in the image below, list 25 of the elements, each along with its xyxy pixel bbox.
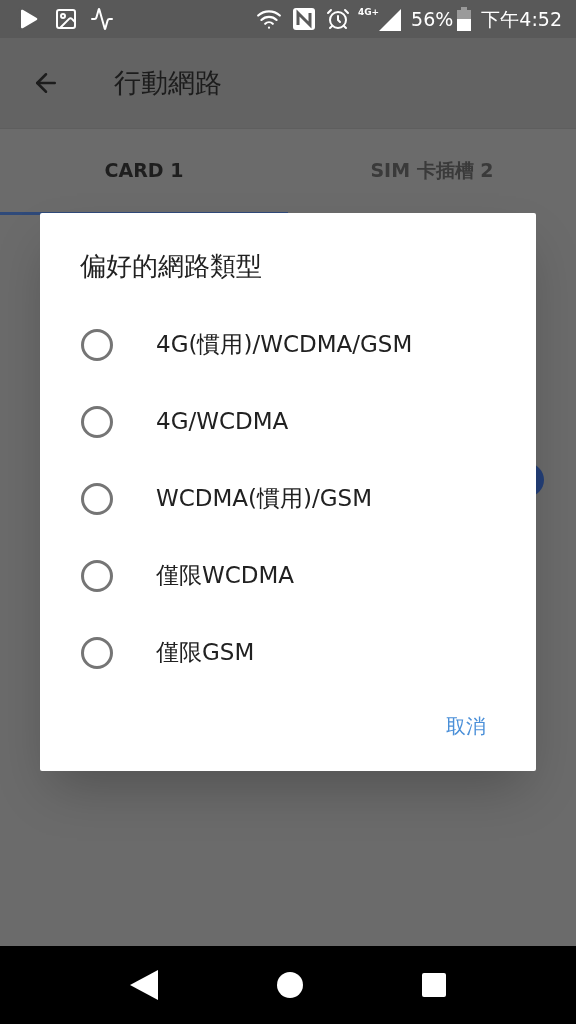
app-bar-title: 行動網路 [114,65,222,100]
option-label[interactable]: 僅限GSM [156,635,255,670]
cancel-button[interactable]: 取消 [436,705,496,747]
radio-button[interactable] [81,328,113,361]
network-label: 4G+ [357,6,380,19]
nfc-icon [291,7,316,31]
signal-icon [379,7,402,31]
home-icon[interactable] [277,972,303,998]
battery-icon [457,7,472,31]
option-label[interactable]: WCDMA(慣用)/GSM [156,481,373,516]
option-label[interactable]: 僅限WCDMA [156,558,295,593]
alarm-icon [325,7,350,31]
overview-icon[interactable] [422,973,447,997]
radio-button[interactable] [81,636,113,669]
radio-button[interactable] [81,405,113,438]
dialog-title: 偏好的網路類型 [80,250,263,283]
image-icon [54,7,78,31]
clock: 下午4:52 [481,6,562,32]
radio-button[interactable] [81,482,113,515]
radio-button[interactable] [81,559,113,592]
activity-icon [90,7,114,31]
option-label[interactable]: 4G/WCDMA [156,404,289,439]
back-icon[interactable] [129,970,158,1000]
option-label[interactable]: 4G(慣用)/WCDMA/GSM [156,327,413,362]
battery-level: 56% [411,6,454,32]
